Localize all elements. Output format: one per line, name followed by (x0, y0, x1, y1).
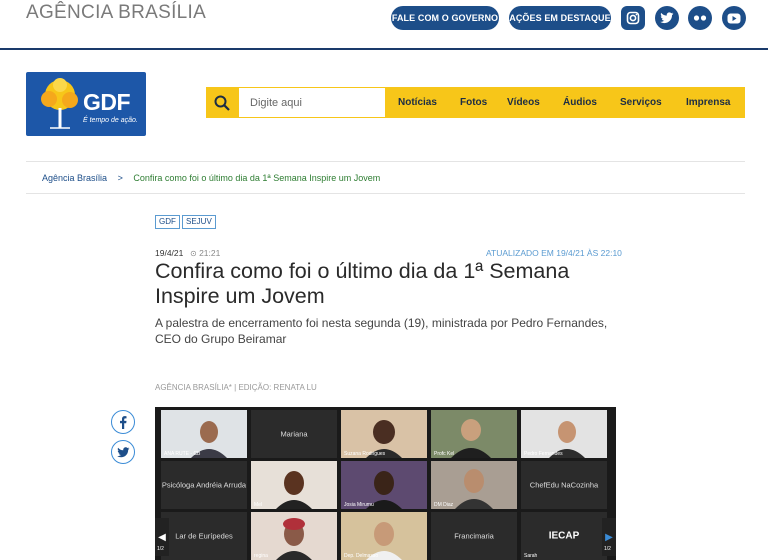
video-page-left: 1/2 (157, 546, 164, 552)
participant-name: ChefEdu NaCozinha (529, 480, 599, 490)
video-tile: Josia Mirumu (341, 461, 427, 509)
tree-icon (41, 78, 78, 129)
nav-videos[interactable]: Vídeos (507, 87, 540, 118)
video-tile: IECAP Sarah (521, 512, 607, 560)
fale-com-o-governo-button[interactable]: FALE COM O GOVERNO (391, 6, 499, 30)
twitter-share-icon[interactable] (111, 440, 135, 464)
participant-name: ANA RUTE - CB (164, 451, 201, 457)
breadcrumb-current[interactable]: Confira como foi o último dia da 1ª Sema… (133, 173, 380, 183)
video-tile: Psicóloga Andréia Arruda (161, 461, 247, 509)
nav-audios[interactable]: Áudios (563, 87, 597, 118)
divider (26, 161, 745, 162)
twitter-icon[interactable] (655, 6, 679, 30)
person-photo (251, 461, 337, 509)
video-tile: Pedro Fernandes (521, 410, 607, 458)
video-tile: Profc Kel (431, 410, 517, 458)
flickr-icon[interactable] (688, 6, 712, 30)
video-tile: Francimaria (431, 512, 517, 560)
participant-name: Mariana (280, 429, 308, 439)
participant-label: Sarah (524, 553, 538, 559)
video-tile: DM Diaz (431, 461, 517, 509)
nav-noticias[interactable]: Notícias (398, 87, 437, 118)
nav-servicos[interactable]: Serviços (620, 87, 662, 118)
article-byline: AGÊNCIA BRASÍLIA* | EDIÇÃO: RENATA LU (155, 383, 317, 392)
video-tile: regina (251, 512, 337, 560)
participant-name: DM Diaz (434, 502, 454, 508)
facebook-share-icon[interactable] (111, 410, 135, 434)
breadcrumb-home[interactable]: Agência Brasília (42, 173, 107, 183)
publish-time-text: 21:21 (199, 248, 221, 258)
chevron-left-icon: ◀ (158, 531, 166, 543)
video-tile: Mel (251, 461, 337, 509)
site-name[interactable]: AGÊNCIA BRASÍLIA (26, 2, 206, 24)
article-lede: A palestra de encerramento foi nesta seg… (155, 316, 608, 346)
gdf-logo-tagline: É tempo de ação. (83, 117, 138, 124)
publish-date: 19/4/21 (155, 248, 184, 258)
participant-name: Francimaria (454, 531, 494, 541)
video-tile: Lar de Eurípedes (161, 512, 247, 560)
participant-name: Profc Kel (434, 451, 455, 457)
video-tile: ChefEdu NaCozinha (521, 461, 607, 509)
gdf-logo-text: GDF (83, 89, 131, 115)
participant-name: IECAP (548, 530, 580, 542)
participant-name: regina (254, 553, 268, 559)
instagram-icon[interactable] (621, 6, 645, 30)
article-featured-image[interactable]: ANA RUTE - CB Mariana Suzana Rodrigues P… (155, 407, 616, 560)
video-tile: Mariana (251, 410, 337, 458)
article-title: Confira como foi o último dia da 1ª Sema… (155, 259, 570, 308)
gdf-logo[interactable]: GDF É tempo de ação. (26, 72, 146, 136)
video-page-right: 1/2 (604, 546, 611, 552)
breadcrumb-separator: > (117, 173, 123, 183)
clock-icon: ⊙ (190, 249, 197, 258)
nav-imprensa[interactable]: Imprensa (686, 87, 730, 118)
participant-name: Dep. Delmasso (344, 553, 379, 559)
participant-name: Psicóloga Andréia Arruda (161, 480, 247, 490)
top-bar: AGÊNCIA BRASÍLIA FALE COM O GOVERNO AÇÕE… (0, 0, 768, 50)
tag-gdf[interactable]: GDF (155, 215, 180, 229)
participant-name: Suzana Rodrigues (344, 451, 386, 457)
participant-name: Josia Mirumu (344, 502, 374, 508)
nav-fotos[interactable]: Fotos (460, 87, 487, 118)
search-icon[interactable] (206, 87, 238, 118)
divider (26, 193, 745, 194)
video-tile: Dep. Delmasso (341, 512, 427, 560)
main-navbar: Notícias Fotos Vídeos Áudios Serviços Im… (206, 87, 745, 118)
publish-time: ⊙ 21:21 (190, 248, 220, 258)
video-tile: ANA RUTE - CB (161, 410, 247, 458)
acoes-em-destaque-button[interactable]: AÇÕES EM DESTAQUE (509, 6, 611, 30)
chevron-right-icon: ▶ (605, 531, 613, 543)
tag-sejuv[interactable]: SEJUV (182, 215, 216, 229)
participant-name: Lar de Eurípedes (175, 531, 233, 541)
updated-timestamp: ATUALIZADO EM 19/4/21 ÀS 22:10 (486, 248, 622, 258)
participant-name: Mel (254, 502, 263, 508)
participant-name: Pedro Fernandes (524, 451, 563, 457)
video-tile: Suzana Rodrigues (341, 410, 427, 458)
breadcrumb: Agência Brasília > Confira como foi o úl… (42, 173, 380, 183)
youtube-icon[interactable] (722, 6, 746, 30)
search-input[interactable] (238, 87, 386, 118)
